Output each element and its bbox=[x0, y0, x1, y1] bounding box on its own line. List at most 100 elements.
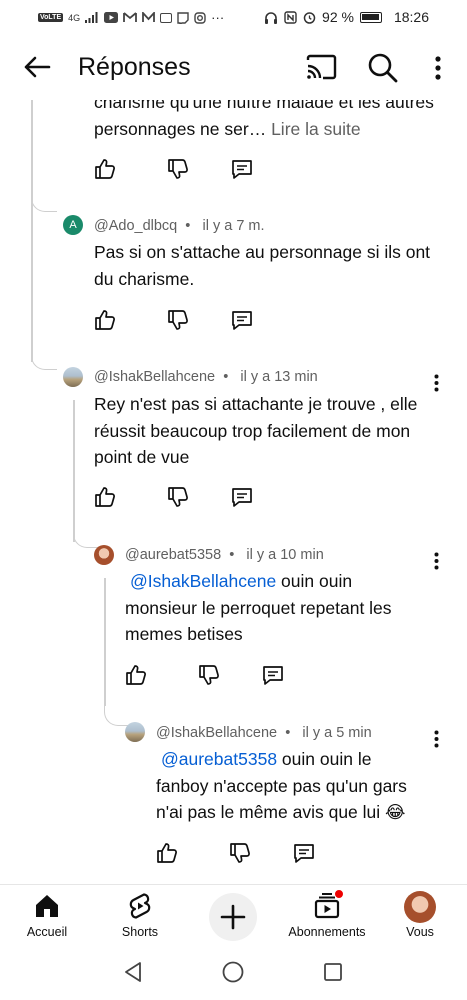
system-back-icon[interactable] bbox=[121, 960, 145, 984]
comment-text: charisme qu'une huître malade et les aut… bbox=[94, 100, 434, 139]
like-icon[interactable] bbox=[155, 841, 179, 865]
comment-more-button[interactable] bbox=[427, 549, 445, 573]
reply-icon[interactable] bbox=[230, 485, 254, 509]
m-icon bbox=[142, 12, 156, 22]
avatar[interactable] bbox=[94, 545, 114, 565]
dislike-icon[interactable] bbox=[228, 841, 252, 865]
reply-icon[interactable] bbox=[292, 841, 316, 865]
network-type: 4G bbox=[68, 12, 81, 23]
nfc-icon bbox=[284, 10, 297, 24]
gmail-icon bbox=[123, 12, 138, 22]
comment-meta: @IshakBellahcene • il y a 13 min bbox=[94, 369, 318, 385]
nav-label: Vous bbox=[406, 925, 434, 939]
replies-list[interactable]: charisme qu'une huître malade et les aut… bbox=[0, 100, 467, 884]
search-button[interactable] bbox=[364, 50, 400, 86]
reply-icon[interactable] bbox=[230, 308, 254, 332]
comment-author[interactable]: @IshakBellahcene bbox=[94, 369, 215, 385]
comment-meta: @Ado_dlbcq • il y a 7 m. bbox=[94, 218, 265, 234]
thread-line-main bbox=[31, 100, 33, 362]
comment-time: il y a 10 min bbox=[246, 547, 324, 563]
page-title: Réponses bbox=[78, 53, 191, 81]
nav-shorts[interactable]: Shorts bbox=[95, 891, 185, 939]
comment-more-button[interactable] bbox=[427, 727, 445, 751]
alarm-icon bbox=[303, 11, 316, 24]
comment-author[interactable]: @IshakBellahcene bbox=[156, 725, 277, 741]
more-vert-icon bbox=[434, 730, 438, 748]
mention-link[interactable]: @aurebat5358 bbox=[161, 749, 277, 769]
dislike-icon[interactable] bbox=[166, 157, 190, 181]
thread-branch bbox=[31, 350, 57, 370]
nav-you[interactable]: Vous bbox=[375, 891, 465, 939]
status-right: 92 % 18:26 bbox=[264, 9, 429, 25]
twitch-icon bbox=[177, 11, 189, 24]
volte-icon: VoLTE bbox=[38, 13, 64, 22]
system-recents-icon[interactable] bbox=[321, 960, 345, 984]
shorts-icon bbox=[129, 893, 151, 919]
comment-meta: @IshakBellahcene • il y a 5 min bbox=[156, 725, 372, 741]
system-home-icon[interactable] bbox=[221, 960, 245, 984]
notification-dot bbox=[334, 889, 344, 899]
comment-text: @aurebat5358 ouin ouin le fanboy n'accep… bbox=[156, 749, 407, 822]
create-plus-icon bbox=[220, 904, 246, 930]
comment-time: il y a 13 min bbox=[240, 369, 318, 385]
reply-icon[interactable] bbox=[230, 157, 254, 181]
instagram-icon bbox=[194, 11, 206, 24]
nav-subscriptions[interactable]: Abonnements bbox=[281, 889, 373, 939]
more-vert-icon bbox=[435, 56, 441, 80]
like-icon[interactable] bbox=[93, 308, 117, 332]
create-button[interactable] bbox=[209, 893, 257, 941]
email-icon bbox=[160, 12, 173, 23]
home-icon bbox=[36, 895, 58, 917]
system-navigation bbox=[0, 944, 467, 1000]
comment-author[interactable]: @aurebat5358 bbox=[125, 547, 221, 563]
like-icon[interactable] bbox=[93, 157, 117, 181]
nav-home[interactable]: Accueil bbox=[2, 891, 92, 939]
clock: 18:26 bbox=[393, 9, 429, 25]
thread-branch bbox=[73, 528, 99, 548]
comment-text: @IshakBellahcene ouin ouin monsieur le p… bbox=[125, 571, 392, 644]
thread-line-level3 bbox=[104, 578, 106, 706]
header-more-button[interactable] bbox=[424, 50, 452, 86]
like-icon[interactable] bbox=[93, 485, 117, 509]
avatar bbox=[404, 891, 436, 923]
comment-text: Rey n'est pas si attachante je trouve , … bbox=[94, 394, 418, 467]
status-bar: VoLTE 4G ··· 92 % 18:26 bbox=[0, 0, 467, 36]
dislike-icon[interactable] bbox=[166, 485, 190, 509]
nav-label: Shorts bbox=[121, 925, 159, 939]
app-header: Réponses bbox=[0, 36, 467, 100]
comment-meta: @aurebat5358 • il y a 10 min bbox=[125, 547, 324, 563]
avatar[interactable] bbox=[63, 367, 83, 387]
bottom-navigation: Accueil Shorts Abonnements Vous bbox=[0, 884, 467, 944]
battery-percent: 92 % bbox=[322, 9, 354, 25]
mention-link[interactable]: @IshakBellahcene bbox=[130, 571, 276, 591]
reply-icon[interactable] bbox=[261, 663, 285, 687]
comment-time: il y a 7 m. bbox=[202, 218, 265, 234]
signal-icon bbox=[85, 12, 98, 23]
avatar[interactable] bbox=[125, 722, 145, 742]
more-vert-icon bbox=[434, 374, 438, 392]
thread-branch bbox=[104, 706, 130, 726]
nav-label: Abonnements bbox=[288, 925, 366, 939]
back-arrow-icon bbox=[24, 56, 51, 78]
thread-line-level2 bbox=[73, 400, 75, 542]
more-vert-icon bbox=[434, 552, 438, 570]
headphones-icon bbox=[265, 11, 278, 24]
comment-text: Pas si on s'attache au personnage si ils… bbox=[94, 242, 431, 289]
comment-author[interactable]: @Ado_dlbcq bbox=[94, 218, 177, 234]
comment-time: il y a 5 min bbox=[302, 725, 372, 741]
more-notifications-icon: ··· bbox=[211, 10, 225, 25]
back-button[interactable] bbox=[20, 50, 54, 84]
youtube-icon bbox=[104, 12, 119, 23]
dislike-icon[interactable] bbox=[197, 663, 221, 687]
like-icon[interactable] bbox=[124, 663, 148, 687]
thread-branch bbox=[31, 192, 57, 212]
status-left: VoLTE 4G ··· bbox=[38, 10, 224, 25]
avatar[interactable]: A bbox=[63, 215, 83, 235]
cast-button[interactable] bbox=[303, 50, 339, 86]
dislike-icon[interactable] bbox=[166, 308, 190, 332]
search-icon bbox=[368, 53, 398, 83]
cast-icon bbox=[306, 54, 337, 80]
nav-label: Accueil bbox=[26, 925, 68, 939]
read-more-link[interactable]: Lire la suite bbox=[271, 119, 361, 139]
battery-icon bbox=[359, 11, 382, 23]
